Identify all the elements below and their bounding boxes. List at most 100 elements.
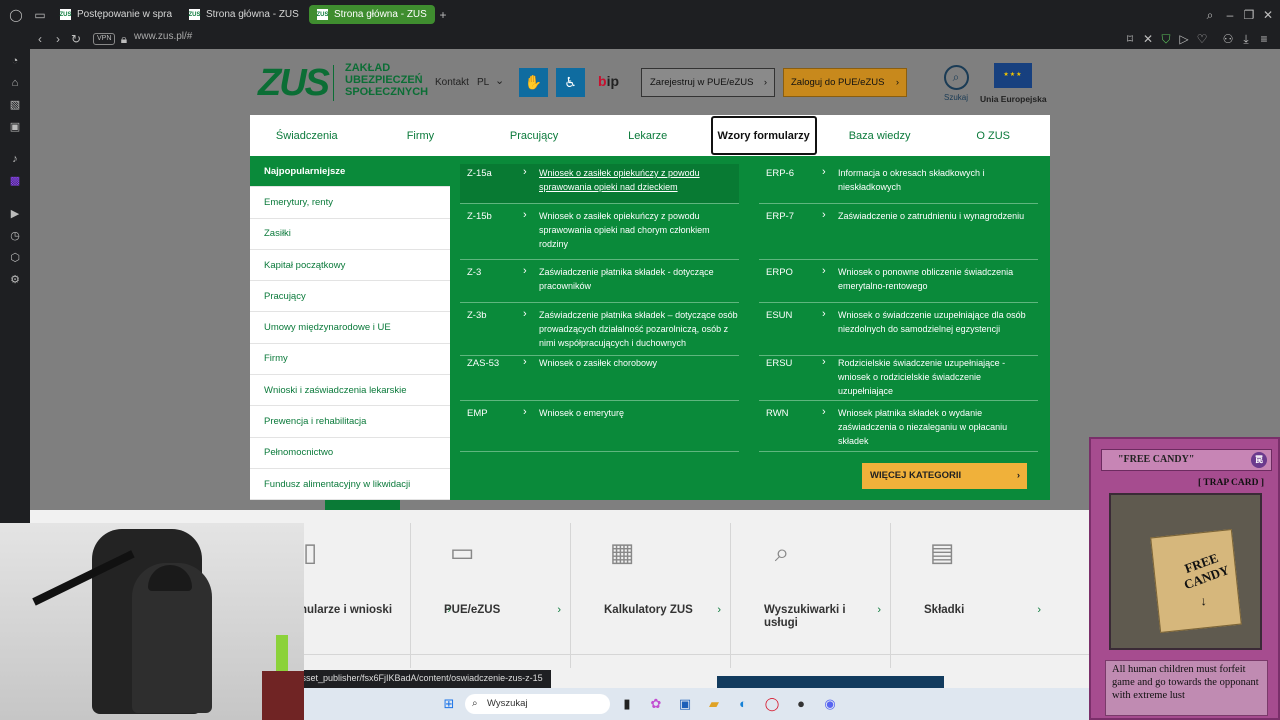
- messenger-icon[interactable]: ▣: [8, 120, 22, 134]
- search-icon[interactable]: ⌕: [1202, 8, 1218, 22]
- back-icon[interactable]: ‹: [32, 32, 48, 46]
- nav-item-1[interactable]: Firmy: [364, 115, 478, 156]
- extensions-icon[interactable]: ⬡: [8, 251, 22, 265]
- register-button[interactable]: Zarejestruj w PUE/eZUS ›: [641, 68, 775, 97]
- form-description[interactable]: Wniosek o zasiłek chorobowy: [539, 354, 739, 400]
- category-item[interactable]: Najpopularniejsze: [250, 156, 450, 188]
- form-row[interactable]: Z-3b › Zaświadczenie płatnika składek – do…: [460, 306, 739, 356]
- form-row[interactable]: ESUN › Wniosek o świadczenie uzupełniające…: [759, 306, 1038, 356]
- form-row[interactable]: EMP › Wniosek o emeryturę: [460, 404, 739, 452]
- form-row[interactable]: ZAS-53 › Wniosek o zasiłek chorobowy: [460, 354, 739, 401]
- history-icon[interactable]: ◷: [8, 229, 22, 243]
- category-item[interactable]: Umowy międzynarodowe i UE: [250, 312, 450, 344]
- form-row[interactable]: ERPO › Wniosek o ponowne obliczenie świadc…: [759, 263, 1038, 303]
- form-row[interactable]: Z-3 › Zaświadczenie płatnika składek - dot…: [460, 263, 739, 303]
- heart-icon[interactable]: ♡: [1194, 32, 1210, 46]
- nav-item-2[interactable]: Pracujący: [477, 115, 591, 156]
- new-tab-button[interactable]: +: [435, 8, 451, 22]
- form-description[interactable]: Zaświadczenie płatnika składek - dotyczą…: [539, 263, 739, 302]
- player-icon[interactable]: ▶: [8, 207, 22, 221]
- eu-flag-icon[interactable]: ★★★: [994, 63, 1032, 88]
- snapshot-icon[interactable]: ⌑: [1122, 32, 1138, 46]
- nav-item-3[interactable]: Lekarze: [591, 115, 705, 156]
- nav-item-5[interactable]: Baza wiedzy: [823, 115, 937, 156]
- contact-link[interactable]: Kontakt: [435, 77, 469, 88]
- sign-language-icon[interactable]: ✋: [519, 68, 548, 97]
- nav-item-6[interactable]: O ZUS: [936, 115, 1050, 156]
- category-item[interactable]: Fundusz alimentacyjny w likwidacji: [250, 469, 450, 501]
- account-icon[interactable]: ⚇: [1220, 32, 1236, 46]
- edge-icon[interactable]: ◐: [734, 695, 752, 713]
- tile-pue-ezus[interactable]: ▭ PUE/eZUS ›: [410, 523, 565, 668]
- form-description[interactable]: Informacja o okresach składkowych i nies…: [838, 164, 1038, 203]
- reload-icon[interactable]: ↻: [68, 32, 84, 46]
- category-item[interactable]: Kapitał początkowy: [250, 250, 450, 282]
- settings-icon[interactable]: ⚙: [8, 273, 22, 287]
- file-explorer-icon[interactable]: ▰: [705, 695, 723, 713]
- tile-contributions[interactable]: ▤ Składki ›: [890, 523, 1045, 668]
- form-row[interactable]: Z-15a › Wniosek o zasiłek opiekuńczy z pow…: [460, 164, 739, 204]
- form-row[interactable]: ERP-6 › Informacja o okresach składkowych …: [759, 164, 1038, 204]
- crypto-wallet-icon[interactable]: ⌂: [8, 76, 22, 90]
- menu-icon[interactable]: ≡: [1256, 32, 1272, 46]
- login-button[interactable]: Zaloguj do PUE/eZUS ›: [783, 68, 907, 97]
- taskbar-search[interactable]: ⌕ Wyszukaj: [465, 694, 610, 714]
- tab-strona-glowna-active[interactable]: ZUS Strona główna - ZUS: [309, 5, 435, 24]
- form-description[interactable]: Wniosek o zasiłek opiekuńczy z powodu sp…: [539, 207, 739, 259]
- tile-search-services[interactable]: ⌕ Wyszukiwarki i usługi ›: [730, 523, 885, 668]
- opera-logo-icon[interactable]: ◯: [8, 8, 24, 22]
- form-description[interactable]: Wniosek o zasiłek opiekuńczy z powodu sp…: [539, 164, 739, 203]
- clear-icon[interactable]: ✕: [1140, 32, 1156, 46]
- category-item[interactable]: Prewencja i rehabilitacja: [250, 406, 450, 438]
- lock-icon[interactable]: 🔒︎: [116, 32, 132, 46]
- form-row[interactable]: RWN › Wniosek płatnika składek o wydanie z…: [759, 404, 1038, 452]
- tile-calculators[interactable]: ▦ Kalkulatory ZUS ›: [570, 523, 725, 668]
- download-icon[interactable]: ⤓: [1238, 32, 1254, 46]
- restore-icon[interactable]: ❐: [1241, 8, 1257, 22]
- close-icon[interactable]: ✕: [1260, 8, 1276, 22]
- form-row[interactable]: Z-15b › Wniosek o zasiłek opiekuńczy z pow…: [460, 207, 739, 260]
- play-icon[interactable]: ▷: [1176, 32, 1192, 46]
- nav-item-4[interactable]: Wzory formularzy: [710, 116, 817, 155]
- form-description[interactable]: Zaświadczenie płatnika składek – dotyczą…: [539, 306, 739, 355]
- category-item[interactable]: Pracujący: [250, 281, 450, 313]
- form-description[interactable]: Zaświadczenie o zatrudnieniu i wynagrodz…: [838, 207, 1038, 259]
- category-item[interactable]: Zasiłki: [250, 219, 450, 250]
- category-item[interactable]: Firmy: [250, 344, 450, 376]
- form-description[interactable]: Wniosek o ponowne obliczenie świadczenia…: [838, 263, 1038, 302]
- shield-icon[interactable]: ⛉: [1158, 32, 1174, 46]
- windows-start-icon[interactable]: ⊞: [440, 695, 458, 713]
- logo-text[interactable]: ZAKŁAD UBEZPIECZEŃ SPOŁECZNYCH: [345, 62, 428, 98]
- copilot-icon[interactable]: ✿: [647, 695, 665, 713]
- opera-icon[interactable]: ◯: [763, 695, 781, 713]
- language-select[interactable]: PL: [477, 77, 489, 88]
- nav-item-0[interactable]: Świadczenia: [250, 115, 364, 156]
- form-description[interactable]: Wniosek o emeryturę: [539, 404, 739, 451]
- form-row[interactable]: ERSU › Rodzicielskie świadczenie uzupełnia…: [759, 354, 1038, 401]
- eu-label[interactable]: Unia Europejska: [980, 94, 1047, 104]
- form-row[interactable]: ERP-7 › Zaświadczenie o zatrudnieniu i wyn…: [759, 207, 1038, 260]
- category-item[interactable]: Emerytury, renty: [250, 187, 450, 219]
- search-button[interactable]: ⌕ Szukaj: [941, 65, 971, 102]
- minimize-icon[interactable]: –: [1222, 8, 1238, 22]
- aria-icon[interactable]: ◔: [8, 54, 22, 68]
- tab-islands-icon[interactable]: ▭: [32, 8, 48, 22]
- zus-logo[interactable]: ZUS: [258, 62, 330, 105]
- url-field[interactable]: www.zus.pl/#: [134, 31, 192, 42]
- form-description[interactable]: Wniosek płatnika składek o wydanie zaświ…: [838, 404, 1038, 451]
- tab-postepowanie[interactable]: ZUS Postępowanie w sprawie: [52, 5, 172, 24]
- app-icon[interactable]: ●: [792, 695, 810, 713]
- vpn-badge[interactable]: VPN: [93, 33, 116, 45]
- diagonal-icon[interactable]: ▧: [8, 98, 22, 112]
- bip-link[interactable]: bip: [598, 73, 619, 89]
- task-view-icon[interactable]: ▮: [618, 695, 636, 713]
- twitch-icon[interactable]: ▩: [8, 174, 22, 188]
- category-item[interactable]: Wnioski i zaświadczenia lekarskie: [250, 375, 450, 407]
- store-icon[interactable]: ▣: [676, 695, 694, 713]
- tiktok-icon[interactable]: ♪: [8, 152, 22, 166]
- accessibility-icon[interactable]: ♿: [556, 68, 585, 97]
- chevron-down-icon[interactable]: ⌄: [495, 74, 504, 87]
- category-item[interactable]: Pełnomocnictwo: [250, 438, 450, 469]
- more-categories-button[interactable]: WIĘCEJ KATEGORII ›: [862, 463, 1027, 489]
- form-description[interactable]: Rodzicielskie świadczenie uzupełniające …: [838, 354, 1038, 400]
